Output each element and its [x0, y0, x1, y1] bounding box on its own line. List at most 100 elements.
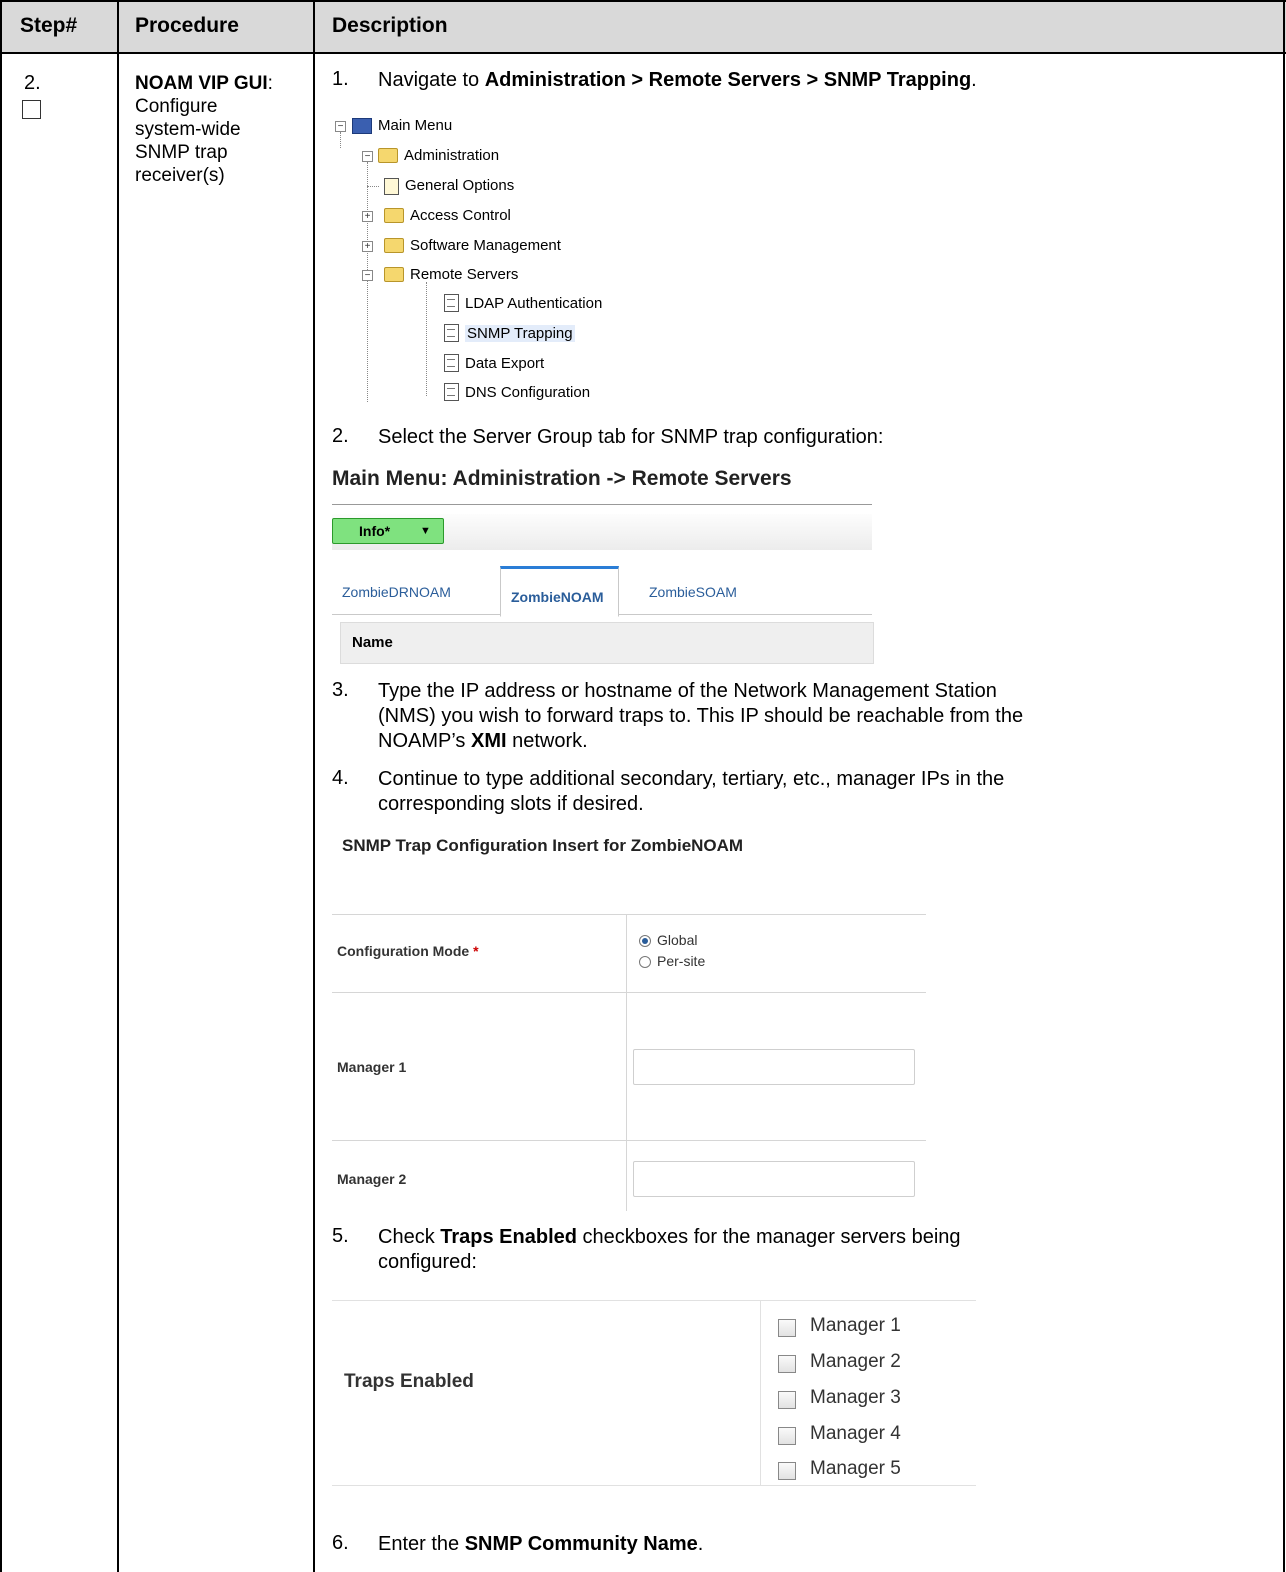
item-text: NOAMP’s [378, 730, 471, 752]
tree-connector [426, 282, 427, 396]
item-text-bold: SNMP Community Name [464, 1533, 698, 1555]
table-border-right [1283, 0, 1285, 1572]
expand-icon[interactable]: + [362, 211, 373, 222]
item-text-line: configured: [378, 1251, 477, 1273]
table-divider [313, 0, 315, 1572]
tab-zombiedrnoam[interactable]: ZombieDRNOAM [342, 584, 451, 600]
item-number: 5. [332, 1225, 349, 1247]
main-menu-tree: − Main Menu − Administration General Opt… [332, 112, 732, 412]
column-divider [626, 914, 627, 1211]
procedure-text: Configure system-wide SNMP trap receiver… [135, 96, 241, 186]
configuration-mode-label: Configuration Mode * [337, 943, 479, 959]
name-column-header: Name [340, 622, 874, 664]
tree-label: General Options [405, 177, 515, 194]
item-number: 3. [332, 679, 349, 701]
table-border-left [0, 0, 2, 1572]
item-number: 6. [332, 1532, 349, 1554]
manager-2-input[interactable] [633, 1161, 915, 1197]
tree-connector [340, 132, 341, 148]
tree-label: DNS Configuration [465, 384, 591, 401]
info-button[interactable]: Info* ▼ [332, 518, 444, 544]
step-column-header: Step# [20, 14, 78, 37]
manager-5-checkbox[interactable] [778, 1462, 796, 1480]
radio-label: Global [657, 932, 698, 948]
traps-enabled-form: Traps Enabled Manager 1 Manager 2 Manage… [332, 1300, 976, 1486]
page-title: Main Menu: Administration -> Remote Serv… [332, 467, 792, 490]
table-border-top [0, 0, 1286, 2]
manager-1-checkbox[interactable] [778, 1319, 796, 1337]
item-3-text: Type the IP address or hostname of the N… [378, 679, 1023, 754]
tree-label: Remote Servers [410, 266, 519, 283]
item-text-line: NOAMP’s XMI network. [378, 729, 1023, 754]
folder-open-icon [384, 266, 404, 282]
tree-label: LDAP Authentication [465, 295, 603, 312]
collapse-icon[interactable]: − [335, 121, 346, 132]
manager-3-checkbox[interactable] [778, 1391, 796, 1409]
procedure-page: Step# Procedure Description 2. NOAM VIP … [0, 0, 1286, 1572]
radio-per-site[interactable]: Per-site [639, 953, 705, 969]
menu-path: Administration > Remote Servers > SNMP T… [484, 69, 972, 91]
manager-4-checkbox[interactable] [778, 1427, 796, 1445]
tree-item-general-options[interactable]: General Options [384, 175, 514, 197]
column-divider [760, 1300, 761, 1486]
insert-title: SNMP Trap Configuration Insert for Zombi… [342, 836, 744, 855]
manager-2-label: Manager 2 [337, 1171, 407, 1187]
page-icon [444, 294, 459, 313]
tree-item-snmp-trapping[interactable]: SNMP Trapping [444, 323, 575, 345]
item-text-line: Type the IP address or hostname of the N… [378, 680, 997, 702]
tree-item-software-management[interactable]: Software Management [384, 235, 561, 257]
row-divider [332, 1140, 926, 1141]
checkbox-label: Manager 1 [810, 1315, 901, 1336]
options-icon [384, 177, 399, 195]
item-text: Check [378, 1226, 441, 1248]
item-number: 2. [332, 425, 349, 447]
tree-item-remote-servers[interactable]: Remote Servers [384, 264, 518, 286]
collapse-icon[interactable]: − [362, 151, 373, 162]
manager-1-input[interactable] [633, 1049, 915, 1085]
item-text-bold: XMI [470, 730, 507, 752]
page-icon [444, 383, 459, 402]
item-number: 1. [332, 68, 349, 90]
tree-item-ldap-authentication[interactable]: LDAP Authentication [444, 293, 602, 315]
chevron-down-icon: ▼ [420, 525, 431, 537]
item-4-text: Continue to type additional secondary, t… [378, 767, 1004, 817]
item-number: 4. [332, 767, 349, 789]
row-divider [332, 914, 926, 915]
tree-connector [367, 162, 368, 402]
tab-zombienoam[interactable]: ZombieNOAM [500, 566, 619, 617]
tree-item-data-export[interactable]: Data Export [444, 353, 544, 375]
column-header-label: Name [352, 634, 393, 651]
item-2-text: Select the Server Group tab for SNMP tra… [378, 426, 884, 448]
radio-global[interactable]: Global [639, 932, 697, 948]
required-marker: * [473, 943, 479, 959]
tree-label: Software Management [410, 237, 561, 254]
checkbox-label: Manager 4 [810, 1423, 901, 1444]
folder-icon [384, 207, 404, 223]
divider [332, 504, 872, 505]
tree-item-access-control[interactable]: Access Control [384, 205, 511, 227]
expand-icon[interactable]: + [362, 241, 373, 252]
tree-item-administration[interactable]: Administration [378, 145, 499, 167]
tree-label: Administration [404, 147, 500, 164]
toolbar: Info* ▼ [332, 514, 872, 550]
procedure-column-header: Procedure [135, 14, 239, 37]
item-text-line: Check Traps Enabled checkboxes for the m… [378, 1225, 961, 1250]
item-1-text: Navigate to Administration > Remote Serv… [378, 68, 977, 93]
info-button-label: Info* [359, 523, 391, 539]
procedure-cell: NOAM VIP GUI: Configure system-wide SNMP… [135, 73, 273, 186]
item-text-line: (NMS) you wish to forward traps to. This… [378, 705, 1024, 727]
manager-2-checkbox[interactable] [778, 1355, 796, 1373]
table-header: Step# Procedure Description [0, 0, 1286, 54]
traps-enabled-label: Traps Enabled [344, 1371, 474, 1392]
snmp-insert-form: Configuration Mode * Global Per-site Man… [332, 914, 926, 1211]
item-text: checkboxes for the manager servers being [576, 1226, 961, 1248]
row-divider [332, 1485, 976, 1486]
page-icon [444, 354, 459, 373]
step-checkbox[interactable] [22, 100, 41, 119]
collapse-icon[interactable]: − [362, 270, 373, 281]
tree-item-dns-configuration[interactable]: DNS Configuration [444, 382, 590, 404]
manager-1-label: Manager 1 [337, 1059, 407, 1075]
tab-zombiesoam[interactable]: ZombieSOAM [649, 584, 737, 600]
tree-item-main-menu[interactable]: Main Menu [352, 115, 452, 137]
folder-open-icon [378, 147, 398, 163]
